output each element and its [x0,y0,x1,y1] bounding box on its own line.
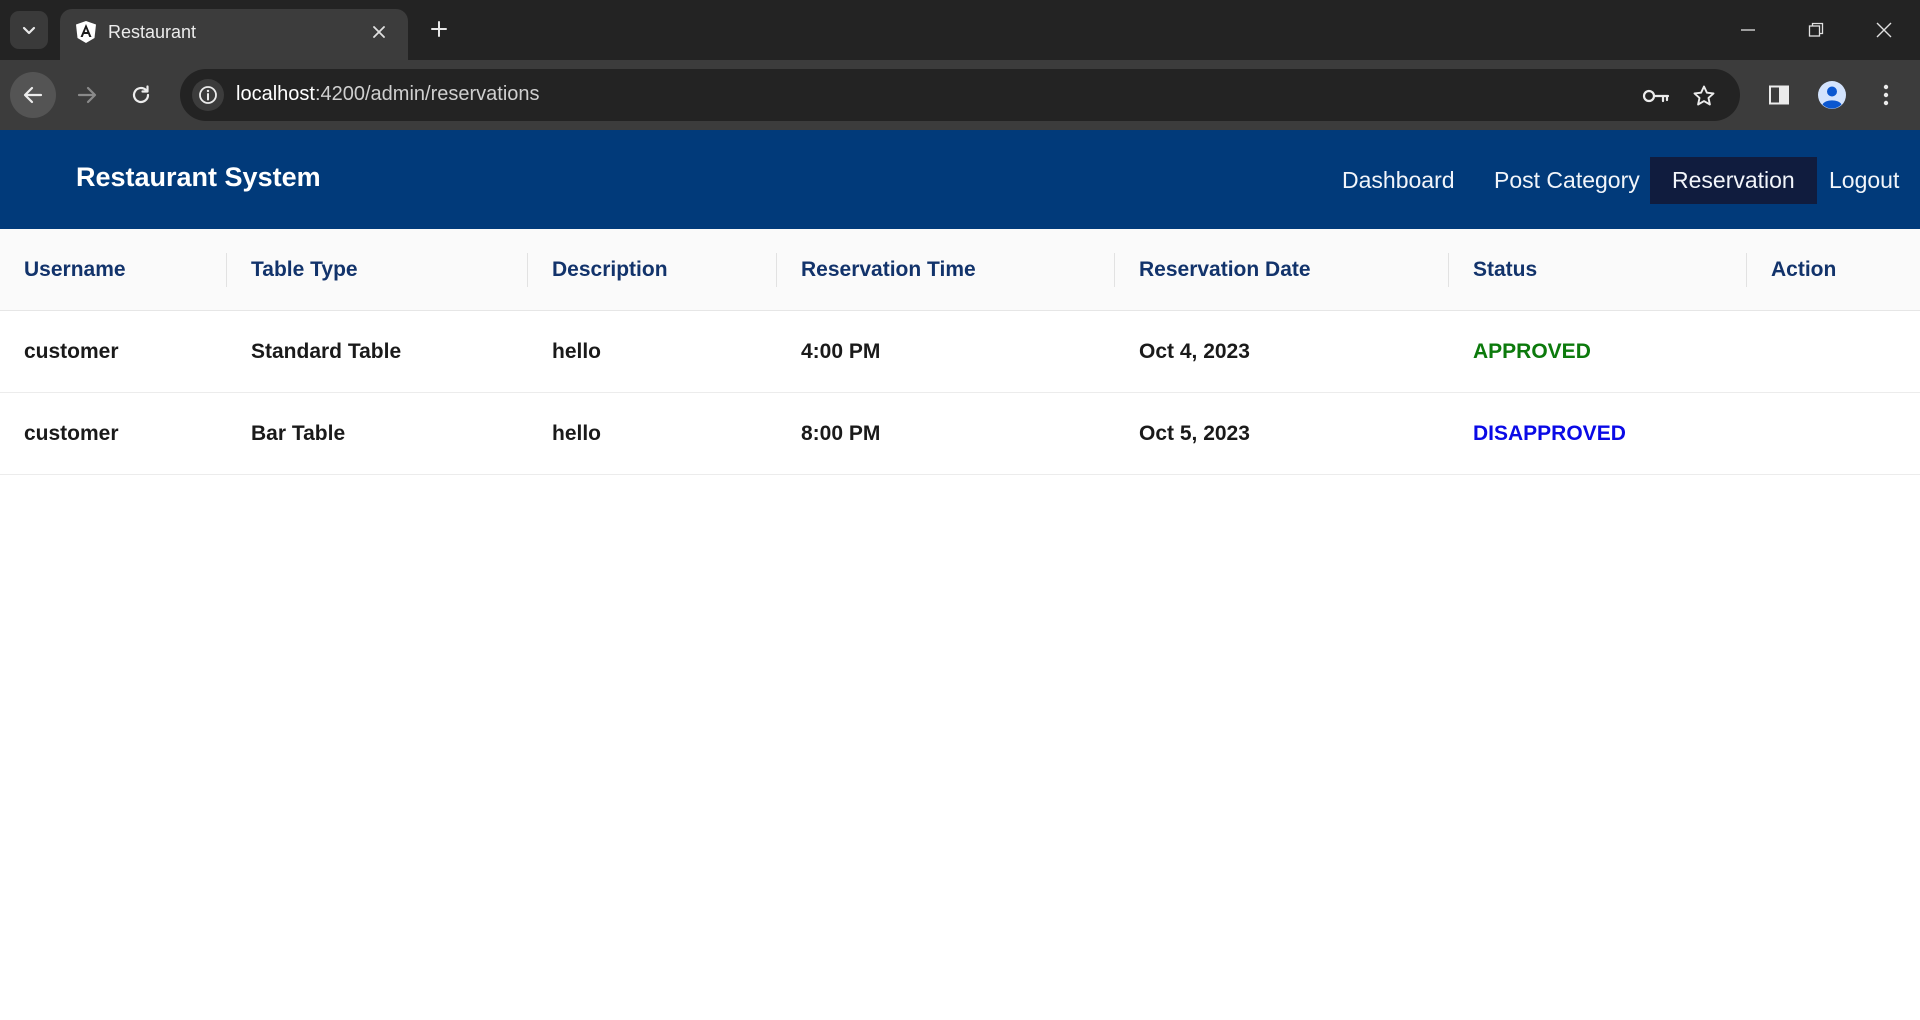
forward-button[interactable] [64,72,110,118]
table-row: customer Bar Table hello 8:00 PM Oct 5, … [0,393,1920,475]
table-row: customer Standard Table hello 4:00 PM Oc… [0,311,1920,393]
forward-arrow-icon [77,86,97,104]
cell-reservation-date: Oct 4, 2023 [1139,340,1250,363]
close-icon [373,26,385,38]
url-path: :4200/admin/reservations [314,83,540,105]
cell-action [1771,393,1891,475]
browser-menu-button[interactable] [1871,80,1901,110]
star-icon [1693,85,1715,106]
tab-title: Restaurant [108,22,197,42]
column-header-reservation-time[interactable]: Reservation Time [801,229,976,311]
password-key-button[interactable] [1642,82,1670,110]
nav-post-category[interactable]: Post Category [1472,157,1662,204]
nav-reservation[interactable]: Reservation [1650,157,1817,204]
url-host: localhost [236,83,315,105]
profile-icon [1818,81,1846,109]
column-separator [226,253,227,287]
app-header: Restaurant System Dashboard Post Categor… [0,130,1920,229]
column-header-action[interactable]: Action [1771,229,1836,311]
cell-reservation-date: Oct 5, 2023 [1139,422,1250,445]
column-separator [1746,253,1747,287]
site-info-button[interactable] [192,79,224,111]
reload-button[interactable] [118,72,164,118]
column-separator [776,253,777,287]
tab-search-button[interactable] [10,11,48,49]
back-button[interactable] [10,72,56,118]
column-header-description[interactable]: Description [552,229,668,311]
browser-tab-bar: Restaurant [0,0,1920,60]
side-panel-icon [1769,85,1789,105]
browser-tab[interactable]: Restaurant [60,9,408,60]
table-header-row: Username Table Type Description Reservat… [0,229,1920,311]
cell-action [1771,311,1891,393]
bookmark-button[interactable] [1690,82,1718,110]
address-bar[interactable]: localhost:4200/admin/reservations [180,69,1740,121]
status-badge: APPROVED [1473,340,1591,363]
column-header-username[interactable]: Username [24,229,126,311]
column-separator [1448,253,1449,287]
info-icon [199,86,217,104]
profile-button[interactable] [1817,80,1847,110]
cell-table-type: Standard Table [251,340,402,363]
side-panel-button[interactable] [1764,80,1794,110]
brand-title[interactable]: Restaurant System [76,162,321,193]
url-text: localhost:4200/admin/reservations [236,83,540,106]
restore-icon [1808,22,1824,37]
restore-button[interactable] [1782,0,1850,60]
key-icon [1642,89,1670,103]
close-window-button[interactable] [1850,0,1918,60]
cell-description: hello [552,422,602,445]
cell-table-type: Bar Table [251,422,346,445]
chevron-down-icon [22,26,36,35]
new-tab-button[interactable] [424,14,454,44]
back-arrow-icon [23,86,43,104]
nav-dashboard[interactable]: Dashboard [1320,157,1477,204]
column-header-status[interactable]: Status [1473,229,1537,311]
tab-close-button[interactable] [365,18,393,46]
cell-username: customer [24,340,119,363]
column-separator [527,253,528,287]
browser-toolbar: localhost:4200/admin/reservations [0,60,1920,130]
plus-icon [431,21,447,37]
column-header-reservation-date[interactable]: Reservation Date [1139,229,1311,311]
cell-description: hello [552,340,602,363]
column-header-table-type[interactable]: Table Type [251,229,358,311]
cell-username: customer [24,422,119,445]
minimize-button[interactable] [1714,0,1782,60]
close-window-icon [1876,22,1892,38]
cell-reservation-time: 4:00 PM [801,340,881,363]
reload-icon [132,85,150,104]
kebab-menu-icon [1883,84,1889,106]
nav-logout[interactable]: Logout [1807,157,1920,204]
status-badge: DISAPPROVED [1473,422,1626,445]
angular-favicon-icon [76,21,96,43]
reservations-table: Username Table Type Description Reservat… [0,229,1920,475]
column-separator [1114,253,1115,287]
minimize-icon [1741,29,1755,31]
cell-reservation-time: 8:00 PM [801,422,881,445]
